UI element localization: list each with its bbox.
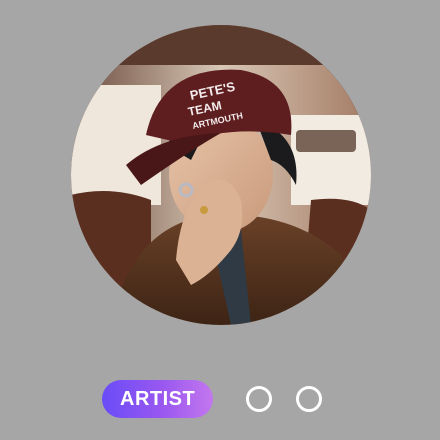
pager-dot-1[interactable] (246, 386, 273, 412)
profile-controls: ARTIST (102, 380, 323, 418)
profile-avatar[interactable]: PETE'S TEAM ARTMOUTH (71, 25, 371, 325)
avatar-photo: PETE'S TEAM ARTMOUTH (71, 25, 371, 325)
pager-dot-2[interactable] (296, 386, 323, 412)
artist-badge[interactable]: ARTIST (102, 380, 214, 418)
artist-badge-label: ARTIST (120, 387, 196, 410)
